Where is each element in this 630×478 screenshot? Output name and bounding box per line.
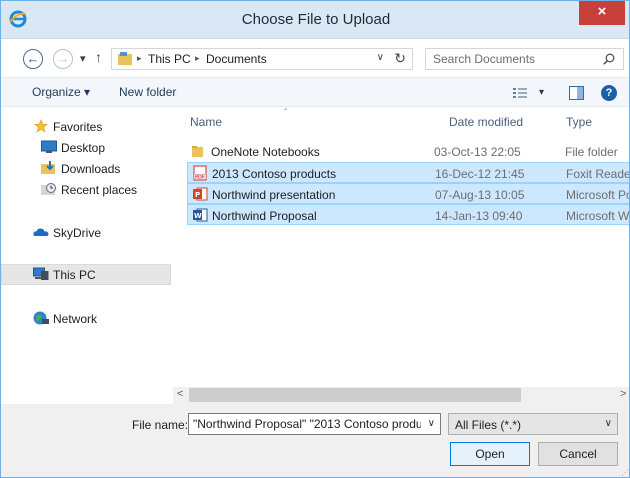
desktop-icon bbox=[41, 140, 57, 153]
nav-item-recent-places[interactable]: Recent places bbox=[1, 179, 171, 200]
column-header-date-modified[interactable]: Date modified bbox=[449, 115, 523, 129]
file-name: OneNote Notebooks bbox=[211, 145, 320, 159]
file-type: Microsoft Word bbox=[566, 209, 630, 223]
file-name-panel: File name: ∨ All Files (*.*) ∨ Open Canc… bbox=[1, 404, 629, 477]
breadcrumb-documents[interactable]: Documents bbox=[206, 52, 267, 66]
file-list: ^ Name Date modified Type OneNote Notebo… bbox=[173, 108, 630, 386]
search-box[interactable] bbox=[425, 48, 624, 70]
pdf-icon: PDF bbox=[193, 165, 207, 181]
breadcrumb-separator: ▸ bbox=[137, 53, 142, 63]
star-icon bbox=[34, 119, 48, 133]
nav-item-desktop[interactable]: Desktop bbox=[1, 137, 171, 158]
recent-places-icon bbox=[41, 183, 56, 195]
file-date: 03-Oct-13 22:05 bbox=[434, 145, 521, 159]
file-row-2013-contoso-products[interactable]: PDF 2013 Contoso products 16-Dec-12 21:4… bbox=[187, 162, 630, 183]
nav-item-favorites[interactable]: Favorites bbox=[1, 116, 171, 137]
file-row-onenote-notebooks[interactable]: OneNote Notebooks 03-Oct-13 22:05 File f… bbox=[187, 141, 629, 162]
column-header-name[interactable]: Name bbox=[190, 115, 222, 129]
file-row-northwind-presentation[interactable]: P Northwind presentation 07-Aug-13 10:05… bbox=[187, 183, 629, 204]
forward-button[interactable]: → bbox=[53, 49, 73, 69]
scrollbar-thumb[interactable] bbox=[189, 388, 521, 402]
file-type-filter-value: All Files (*.*) bbox=[455, 418, 522, 432]
file-date: 16-Dec-12 21:45 bbox=[435, 167, 525, 181]
file-name: 2013 Contoso products bbox=[212, 167, 337, 181]
scroll-right-icon[interactable]: > bbox=[620, 388, 626, 400]
view-details-icon[interactable] bbox=[513, 87, 527, 99]
cancel-button[interactable]: Cancel bbox=[538, 442, 618, 466]
nav-item-downloads[interactable]: Downloads bbox=[1, 158, 171, 179]
nav-item-skydrive[interactable]: SkyDrive bbox=[1, 222, 171, 243]
view-options-dropdown[interactable]: ▾ bbox=[539, 87, 544, 98]
breadcrumb-separator: ▸ bbox=[195, 53, 200, 63]
sort-ascending-icon: ^ bbox=[284, 108, 288, 115]
file-name-input[interactable] bbox=[189, 414, 421, 434]
title-bar[interactable]: Choose File to Upload × bbox=[1, 1, 629, 39]
horizontal-scrollbar[interactable]: < > bbox=[173, 387, 629, 404]
svg-text:W: W bbox=[194, 212, 202, 220]
search-icon[interactable] bbox=[603, 53, 615, 65]
file-type: Foxit Reader bbox=[566, 167, 630, 181]
address-row: ← → ▾ ↑ ▸ This PC ▸ Documents ∨ ↻ bbox=[1, 41, 629, 75]
scroll-left-icon[interactable]: < bbox=[177, 388, 183, 400]
file-name: Northwind Proposal bbox=[212, 209, 317, 223]
file-type: File folder bbox=[565, 145, 618, 159]
file-date: 07-Aug-13 10:05 bbox=[435, 188, 525, 202]
address-dropdown-icon[interactable]: ∨ bbox=[377, 52, 384, 63]
open-button[interactable]: Open bbox=[450, 442, 530, 466]
preview-pane-icon[interactable] bbox=[569, 86, 584, 100]
refresh-icon[interactable]: ↻ bbox=[394, 50, 406, 67]
close-button[interactable]: × bbox=[579, 1, 625, 25]
command-toolbar: Organize ▾ New folder ▾ ? bbox=[1, 77, 629, 107]
file-name-label: File name: bbox=[132, 418, 189, 432]
dialog-title: Choose File to Upload bbox=[241, 11, 391, 28]
folder-icon bbox=[192, 146, 203, 157]
nav-item-this-pc[interactable]: This PC bbox=[1, 264, 171, 285]
powerpoint-icon: P bbox=[193, 187, 208, 201]
downloads-icon bbox=[41, 161, 55, 174]
navigation-pane: Favorites Desktop Downloads Recent place… bbox=[1, 108, 173, 386]
file-name-combo[interactable]: ∨ bbox=[188, 413, 441, 435]
file-date: 14-Jan-13 09:40 bbox=[435, 209, 523, 223]
svg-text:PDF: PDF bbox=[195, 175, 205, 181]
network-icon bbox=[33, 311, 49, 325]
new-folder-button[interactable]: New folder bbox=[119, 85, 176, 99]
file-name-dropdown-icon[interactable]: ∨ bbox=[428, 418, 435, 429]
search-input[interactable] bbox=[426, 49, 596, 69]
file-name: Northwind presentation bbox=[212, 188, 336, 202]
file-type-filter[interactable]: All Files (*.*) ∨ bbox=[448, 413, 618, 435]
this-pc-icon bbox=[33, 267, 49, 280]
column-header-type[interactable]: Type bbox=[566, 115, 592, 129]
up-button[interactable]: ↑ bbox=[95, 49, 102, 65]
nav-item-network[interactable]: Network bbox=[1, 308, 171, 329]
skydrive-icon bbox=[33, 228, 49, 236]
word-icon: W bbox=[193, 208, 208, 222]
folder-location-icon bbox=[118, 52, 132, 65]
help-button[interactable]: ? bbox=[601, 85, 617, 101]
organize-menu[interactable]: Organize ▾ bbox=[32, 85, 90, 99]
file-row-northwind-proposal[interactable]: W Northwind Proposal 14-Jan-13 09:40 Mic… bbox=[187, 204, 630, 225]
help-icon: ? bbox=[605, 87, 613, 99]
address-bar[interactable]: ▸ This PC ▸ Documents ∨ ↻ bbox=[111, 48, 413, 70]
file-upload-dialog: Choose File to Upload × ← → ▾ ↑ ▸ This P… bbox=[0, 0, 630, 478]
forward-arrow-icon: → bbox=[56, 51, 70, 66]
close-icon: × bbox=[597, 3, 607, 20]
back-button[interactable]: ← bbox=[23, 49, 43, 69]
breadcrumb-this-pc[interactable]: This PC bbox=[148, 52, 191, 66]
filter-dropdown-icon[interactable]: ∨ bbox=[605, 418, 612, 429]
resize-grip-icon[interactable]: ⋰ bbox=[621, 468, 629, 477]
back-arrow-icon: ← bbox=[26, 51, 40, 66]
svg-text:P: P bbox=[195, 191, 200, 199]
recent-locations-dropdown[interactable]: ▾ bbox=[80, 52, 86, 65]
file-type: Microsoft PowerPoint bbox=[566, 188, 629, 202]
